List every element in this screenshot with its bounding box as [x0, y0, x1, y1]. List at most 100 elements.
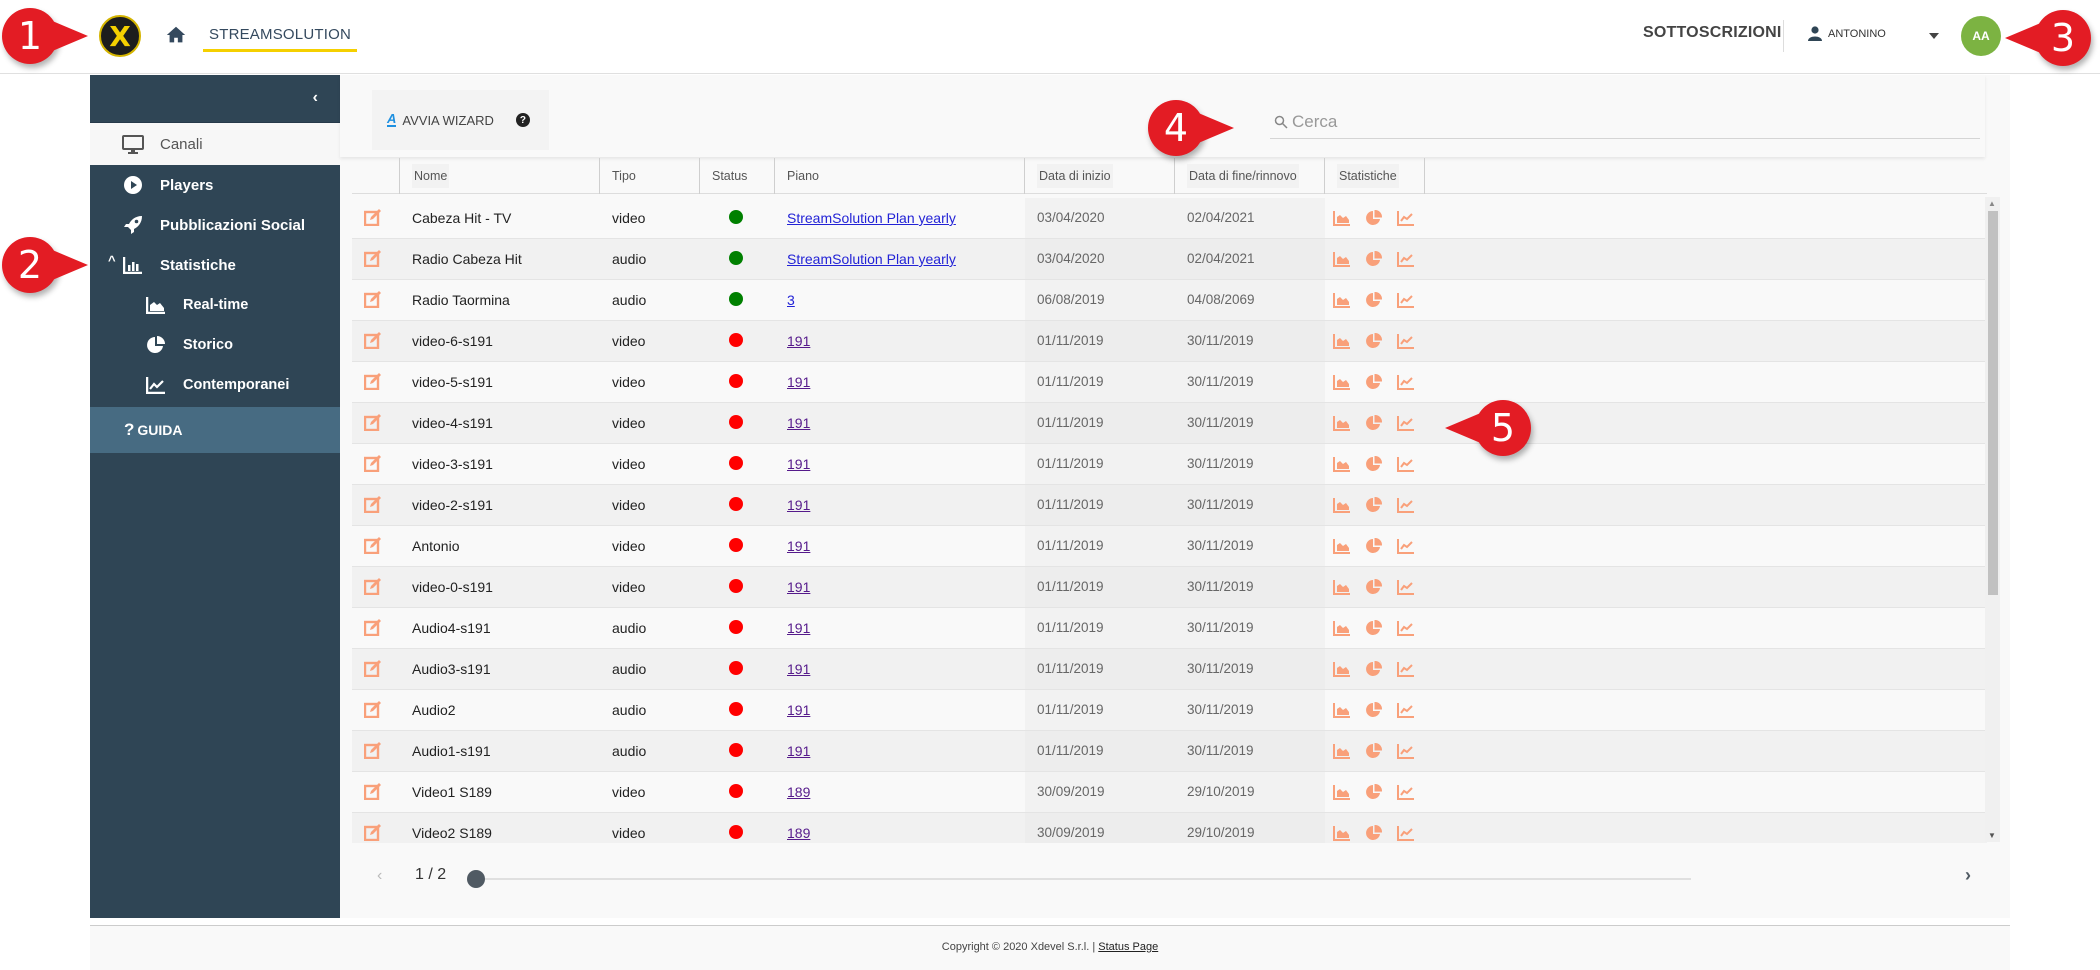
concurrent-stats-icon[interactable]: [1397, 661, 1415, 677]
sidebar-item-real-time[interactable]: Real-time: [90, 285, 340, 325]
history-stats-icon[interactable]: [1365, 210, 1383, 226]
edit-icon[interactable]: [363, 372, 382, 390]
realtime-stats-icon[interactable]: [1333, 538, 1351, 554]
sidebar-item-storico[interactable]: Storico: [90, 325, 340, 365]
realtime-stats-icon[interactable]: [1333, 702, 1351, 718]
plan-link[interactable]: 191: [787, 333, 810, 349]
column-header-data-fine[interactable]: Data di fine/rinnovo: [1175, 158, 1325, 194]
history-stats-icon[interactable]: [1365, 333, 1383, 349]
history-stats-icon[interactable]: [1365, 661, 1383, 677]
history-stats-icon[interactable]: [1365, 538, 1383, 554]
history-stats-icon[interactable]: [1365, 251, 1383, 267]
plan-link[interactable]: 191: [787, 579, 810, 595]
realtime-stats-icon[interactable]: [1333, 415, 1351, 431]
realtime-stats-icon[interactable]: [1333, 292, 1351, 308]
edit-icon[interactable]: [363, 331, 382, 349]
plan-link[interactable]: 3: [787, 292, 795, 308]
plan-link[interactable]: 191: [787, 661, 810, 677]
edit-icon[interactable]: [363, 413, 382, 431]
concurrent-stats-icon[interactable]: [1397, 579, 1415, 595]
sidebar-item-pubblicazioni-social[interactable]: Pubblicazioni Social: [90, 205, 340, 245]
plan-link[interactable]: StreamSolution Plan yearly: [787, 251, 956, 267]
realtime-stats-icon[interactable]: [1333, 374, 1351, 390]
edit-icon[interactable]: [363, 741, 382, 759]
realtime-stats-icon[interactable]: [1333, 661, 1351, 677]
scroll-down-icon[interactable]: ▼: [1988, 831, 1996, 840]
concurrent-stats-icon[interactable]: [1397, 374, 1415, 390]
plan-link[interactable]: 189: [787, 784, 810, 800]
realtime-stats-icon[interactable]: [1333, 251, 1351, 267]
concurrent-stats-icon[interactable]: [1397, 210, 1415, 226]
concurrent-stats-icon[interactable]: [1397, 620, 1415, 636]
concurrent-stats-icon[interactable]: [1397, 333, 1415, 349]
plan-link[interactable]: 191: [787, 374, 810, 390]
edit-icon[interactable]: [363, 659, 382, 677]
edit-icon[interactable]: [363, 577, 382, 595]
plan-link[interactable]: 191: [787, 538, 810, 554]
sidebar-item-guida[interactable]: ? GUIDA: [90, 407, 340, 453]
history-stats-icon[interactable]: [1365, 743, 1383, 759]
realtime-stats-icon[interactable]: [1333, 579, 1351, 595]
history-stats-icon[interactable]: [1365, 579, 1383, 595]
concurrent-stats-icon[interactable]: [1397, 538, 1415, 554]
history-stats-icon[interactable]: [1365, 456, 1383, 472]
subscriptions-link[interactable]: SOTTOSCRIZIONI: [1643, 24, 1782, 42]
history-stats-icon[interactable]: [1365, 825, 1383, 841]
realtime-stats-icon[interactable]: [1333, 743, 1351, 759]
page-slider-track[interactable]: [473, 878, 1691, 880]
history-stats-icon[interactable]: [1365, 415, 1383, 431]
realtime-stats-icon[interactable]: [1333, 333, 1351, 349]
edit-icon[interactable]: [363, 249, 382, 267]
start-wizard-button[interactable]: A AVVIA WIZARD ?: [372, 90, 549, 150]
logo[interactable]: X: [99, 15, 141, 57]
column-header-piano[interactable]: Piano: [775, 158, 1025, 194]
plan-link[interactable]: 189: [787, 825, 810, 841]
sidebar-item-statistiche[interactable]: ^ Statistiche: [90, 245, 340, 285]
concurrent-stats-icon[interactable]: [1397, 497, 1415, 513]
column-header-nome[interactable]: Nome: [400, 158, 600, 194]
concurrent-stats-icon[interactable]: [1397, 743, 1415, 759]
history-stats-icon[interactable]: [1365, 784, 1383, 800]
concurrent-stats-icon[interactable]: [1397, 292, 1415, 308]
column-header-tipo[interactable]: Tipo: [600, 158, 700, 194]
page-slider-handle[interactable]: [467, 870, 485, 888]
realtime-stats-icon[interactable]: [1333, 784, 1351, 800]
edit-icon[interactable]: [363, 782, 382, 800]
concurrent-stats-icon[interactable]: [1397, 251, 1415, 267]
edit-icon[interactable]: [363, 618, 382, 636]
history-stats-icon[interactable]: [1365, 497, 1383, 513]
realtime-stats-icon[interactable]: [1333, 497, 1351, 513]
status-page-link[interactable]: Status Page: [1098, 941, 1158, 953]
realtime-stats-icon[interactable]: [1333, 456, 1351, 472]
edit-icon[interactable]: [363, 454, 382, 472]
realtime-stats-icon[interactable]: [1333, 210, 1351, 226]
search-field[interactable]: [1270, 105, 1980, 139]
plan-link[interactable]: 191: [787, 497, 810, 513]
prev-page-icon[interactable]: ‹: [377, 867, 382, 885]
edit-icon[interactable]: [363, 495, 382, 513]
avatar[interactable]: AA: [1961, 16, 2001, 56]
edit-icon[interactable]: [363, 700, 382, 718]
user-menu[interactable]: ANTONINO: [1808, 26, 1886, 41]
concurrent-stats-icon[interactable]: [1397, 702, 1415, 718]
edit-icon[interactable]: [363, 823, 382, 841]
realtime-stats-icon[interactable]: [1333, 825, 1351, 841]
realtime-stats-icon[interactable]: [1333, 620, 1351, 636]
concurrent-stats-icon[interactable]: [1397, 784, 1415, 800]
scroll-up-icon[interactable]: ▲: [1988, 199, 1996, 208]
history-stats-icon[interactable]: [1365, 702, 1383, 718]
sidebar-item-contemporanei[interactable]: Contemporanei: [90, 365, 340, 405]
nav-tab-streamsolution[interactable]: STREAMSOLUTION: [203, 18, 357, 52]
scrollbar-thumb[interactable]: [1988, 211, 1998, 595]
plan-link[interactable]: 191: [787, 456, 810, 472]
next-page-icon[interactable]: ›: [1965, 865, 1971, 886]
history-stats-icon[interactable]: [1365, 292, 1383, 308]
column-header-status[interactable]: Status: [700, 158, 775, 194]
plan-link[interactable]: 191: [787, 702, 810, 718]
help-icon[interactable]: ?: [515, 113, 530, 127]
edit-icon[interactable]: [363, 536, 382, 554]
sidebar-item-players[interactable]: Players: [90, 165, 340, 205]
history-stats-icon[interactable]: [1365, 374, 1383, 390]
plan-link[interactable]: StreamSolution Plan yearly: [787, 210, 956, 226]
history-stats-icon[interactable]: [1365, 620, 1383, 636]
